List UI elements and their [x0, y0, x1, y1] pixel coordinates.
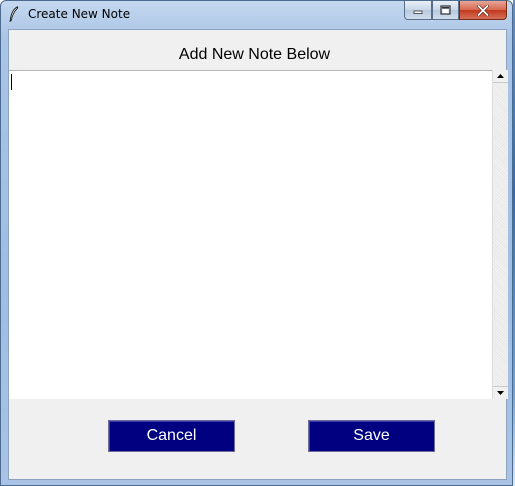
window-title: Create New Note [28, 7, 131, 21]
scroll-up-button[interactable] [493, 70, 508, 83]
arrow-up-icon [497, 74, 504, 78]
text-caret [11, 74, 12, 90]
close-icon [477, 4, 489, 16]
note-text-area[interactable] [9, 70, 492, 399]
scroll-down-button[interactable] [493, 386, 508, 399]
app-window: Create New Note Add New Note Below Cance… [0, 0, 513, 486]
cancel-button[interactable]: Cancel [108, 420, 235, 452]
feather-quill-icon [9, 6, 19, 22]
save-button[interactable]: Save [308, 420, 435, 452]
minimize-icon [413, 10, 423, 14]
arrow-down-icon [497, 391, 504, 395]
dialog-client-area: Add New Note Below Cancel Save [8, 29, 508, 480]
form-heading: Add New Note Below [178, 46, 331, 63]
maximize-button[interactable] [432, 1, 459, 20]
vertical-scrollbar[interactable] [492, 70, 508, 399]
minimize-button[interactable] [404, 1, 432, 20]
close-button[interactable] [459, 1, 507, 20]
maximize-icon [440, 5, 451, 15]
title-bar[interactable]: Create New Note [1, 1, 512, 28]
